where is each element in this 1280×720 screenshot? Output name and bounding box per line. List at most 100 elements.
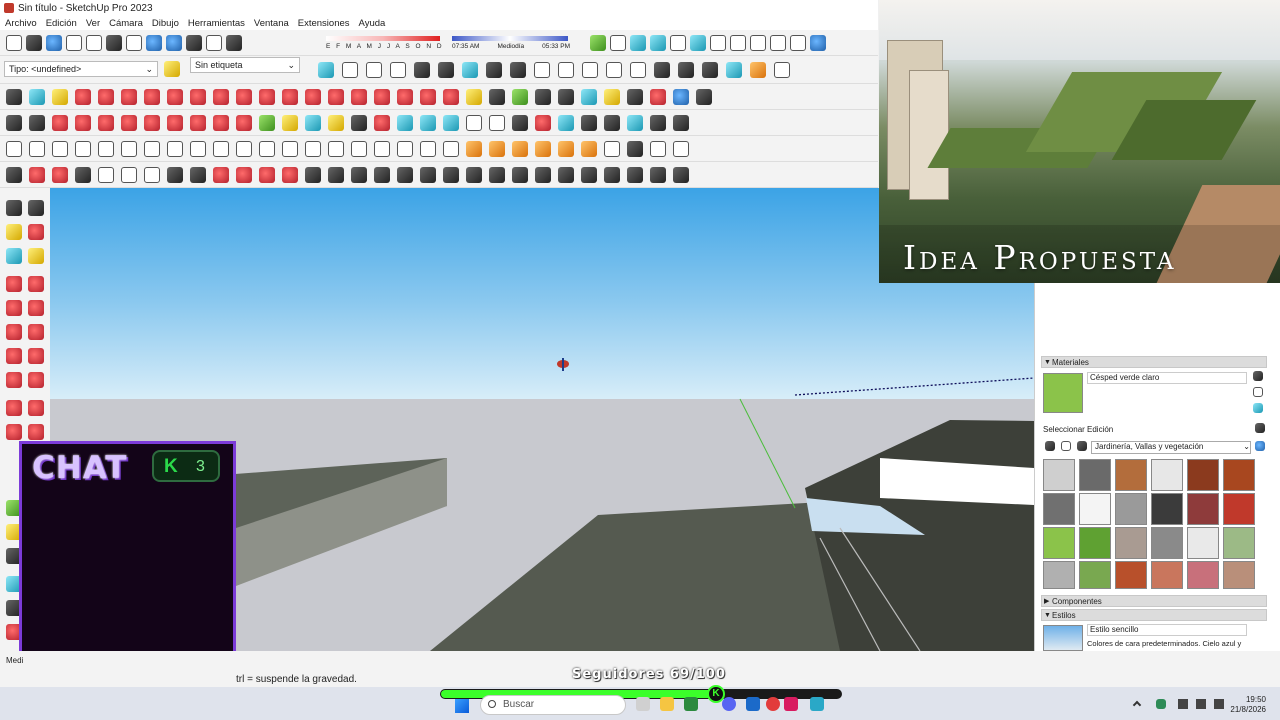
microphone-icon[interactable] (1156, 699, 1166, 709)
arc-icon[interactable] (6, 348, 22, 364)
pie-icon[interactable] (28, 372, 44, 388)
loft-icon[interactable] (121, 166, 137, 183)
orbit-icon[interactable] (581, 88, 597, 105)
box-icon[interactable] (673, 140, 689, 157)
material-tile[interactable] (1223, 527, 1255, 559)
bottom-view-icon[interactable] (630, 62, 646, 78)
star-icon[interactable] (581, 140, 597, 157)
material-tile[interactable] (1043, 459, 1075, 491)
fence-icon[interactable] (604, 166, 620, 183)
create-material-icon[interactable] (1253, 387, 1263, 397)
move-icon[interactable] (328, 88, 344, 105)
intersect-icon[interactable] (29, 140, 45, 157)
iso-view-icon[interactable] (486, 62, 502, 78)
menu-camara[interactable]: Cámara (109, 18, 143, 29)
grid-icon[interactable] (305, 166, 321, 183)
section-fill-icon[interactable] (726, 62, 742, 78)
from-contours-icon[interactable] (397, 140, 413, 157)
smoove-icon[interactable] (305, 140, 321, 157)
paint-tag-icon[interactable] (164, 61, 180, 77)
display-sections-icon[interactable] (678, 62, 694, 78)
open-icon[interactable] (26, 34, 42, 51)
spline-icon[interactable] (52, 166, 68, 183)
material-tile[interactable] (1151, 561, 1183, 589)
wifi-icon[interactable] (1178, 699, 1188, 709)
chamfer-icon[interactable] (213, 166, 229, 183)
front-view-icon[interactable] (534, 62, 550, 78)
flip-edge-icon[interactable] (351, 140, 367, 157)
menu-dibujo[interactable]: Dibujo (152, 18, 179, 29)
hand-icon[interactable] (351, 166, 367, 183)
sketchup-taskbar-icon[interactable] (810, 697, 824, 711)
component-icon[interactable] (6, 248, 22, 264)
rectangle-icon[interactable] (6, 300, 22, 316)
mesh-icon[interactable] (627, 166, 643, 183)
move-icon[interactable] (6, 400, 22, 416)
comb-icon[interactable] (512, 166, 528, 183)
new-icon[interactable] (6, 34, 22, 51)
eraser-icon[interactable] (28, 224, 44, 240)
line-icon[interactable] (6, 276, 22, 292)
ladder-icon[interactable] (489, 166, 505, 183)
copy-icon[interactable] (86, 34, 102, 51)
subtract-icon[interactable] (75, 140, 91, 157)
menu-edicion[interactable]: Edición (46, 18, 77, 29)
pan-icon[interactable] (604, 88, 620, 105)
material-tile[interactable] (1115, 527, 1147, 559)
sphere-2-icon[interactable] (650, 166, 666, 183)
section-cuts-icon[interactable] (702, 62, 718, 78)
ring-icon[interactable] (489, 140, 505, 157)
three-point-arc-icon[interactable] (6, 372, 22, 388)
scale-2-icon[interactable] (236, 114, 252, 131)
extend-icon[interactable] (259, 166, 275, 183)
sample-paint-icon[interactable] (1253, 403, 1263, 413)
square-icon[interactable] (121, 114, 137, 131)
menu-ver[interactable]: Ver (86, 18, 100, 29)
shape-icon[interactable] (98, 114, 114, 131)
spot-icon[interactable] (535, 140, 551, 157)
material-tile[interactable] (1223, 493, 1255, 525)
top-view-icon[interactable] (510, 62, 526, 78)
parallel-icon[interactable] (420, 166, 436, 183)
model-info-icon[interactable] (206, 34, 222, 51)
settings-icon[interactable] (790, 35, 806, 51)
cut-icon[interactable] (66, 34, 82, 51)
join-icon[interactable] (282, 166, 298, 183)
edge-icon[interactable] (684, 697, 698, 711)
share-model-icon[interactable] (650, 35, 666, 51)
axes-icon[interactable] (558, 88, 574, 105)
rotated-rectangle-icon[interactable] (167, 88, 183, 105)
material-tile[interactable] (1043, 493, 1075, 525)
array-icon[interactable] (328, 166, 344, 183)
discord-icon[interactable] (722, 697, 736, 711)
union-icon[interactable] (52, 140, 68, 157)
freehand-icon[interactable] (28, 276, 44, 292)
material-tile[interactable] (1223, 561, 1255, 589)
left-view-icon[interactable] (606, 62, 622, 78)
trim-icon[interactable] (98, 140, 114, 157)
follow-me-icon[interactable] (28, 424, 44, 440)
path-icon[interactable] (6, 166, 22, 183)
two-point-arc-icon[interactable] (28, 348, 44, 364)
previous-view-icon[interactable] (673, 88, 689, 105)
eyedropper-icon[interactable] (1255, 423, 1265, 433)
erase-icon[interactable] (126, 34, 142, 51)
warehouse-icon[interactable] (630, 35, 646, 51)
paste-icon[interactable] (106, 34, 122, 51)
columns-icon[interactable] (535, 166, 551, 183)
circle-icon[interactable] (190, 88, 206, 105)
material-tile[interactable] (1115, 561, 1147, 589)
material-tile[interactable] (1079, 493, 1111, 525)
lamp-icon[interactable] (443, 140, 459, 157)
chrome-icon[interactable] (766, 697, 780, 711)
textured-icon[interactable] (438, 62, 454, 78)
tape-2-icon[interactable] (259, 114, 275, 131)
follow-me-icon[interactable] (397, 88, 413, 105)
material-tile[interactable] (1079, 561, 1111, 589)
edge-style-icon[interactable] (558, 114, 574, 131)
wireframe-icon[interactable] (366, 62, 382, 78)
water-icon[interactable] (627, 114, 643, 131)
triangle-icon[interactable] (512, 140, 528, 157)
export-icon[interactable] (710, 35, 726, 51)
folder-icon[interactable] (489, 114, 505, 131)
